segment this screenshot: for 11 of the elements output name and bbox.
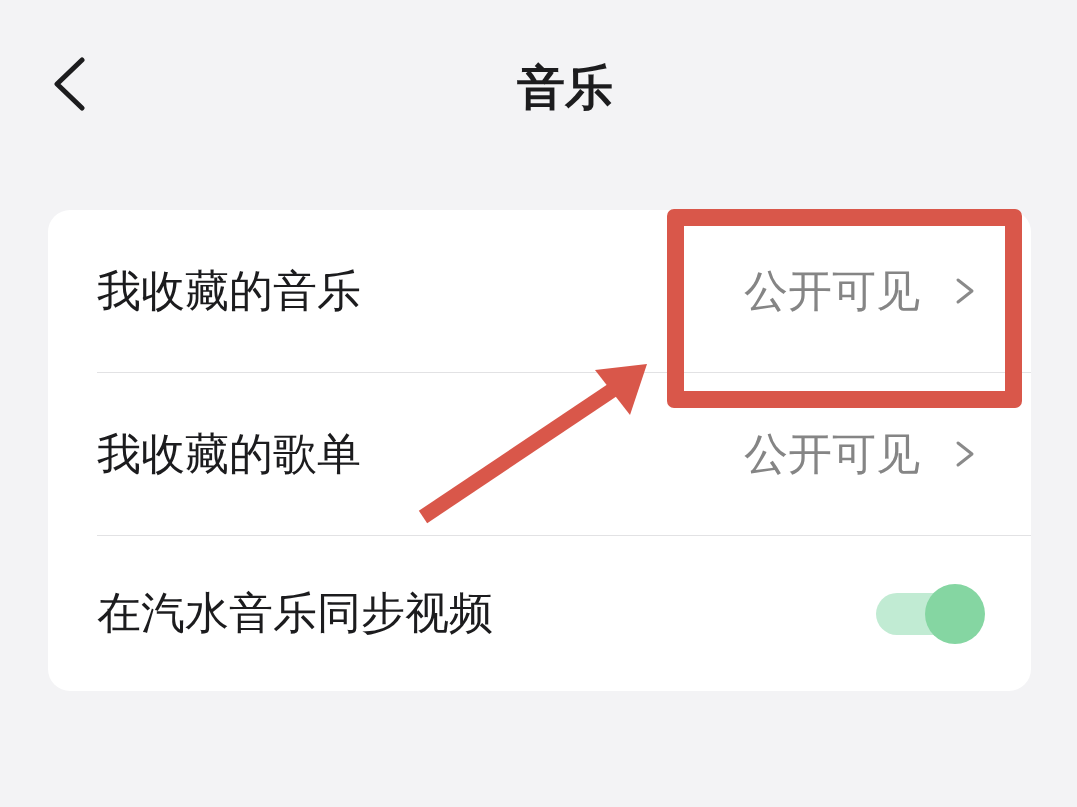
visibility-value[interactable]: 公开可见 xyxy=(744,261,920,321)
chevron-left-icon xyxy=(53,57,85,111)
page-title: 音乐 xyxy=(517,59,613,117)
chevron-right-icon[interactable] xyxy=(955,277,975,305)
back-button[interactable] xyxy=(53,57,85,111)
row-label[interactable]: 我收藏的歌单 xyxy=(97,424,744,484)
toggle-switch[interactable] xyxy=(876,583,985,644)
chevron-right-icon[interactable] xyxy=(955,440,975,468)
row-label[interactable]: 我收藏的音乐 xyxy=(97,261,744,321)
visibility-value[interactable]: 公开可见 xyxy=(744,424,920,484)
row-label[interactable]: 在汽水音乐同步视频 xyxy=(97,584,876,643)
